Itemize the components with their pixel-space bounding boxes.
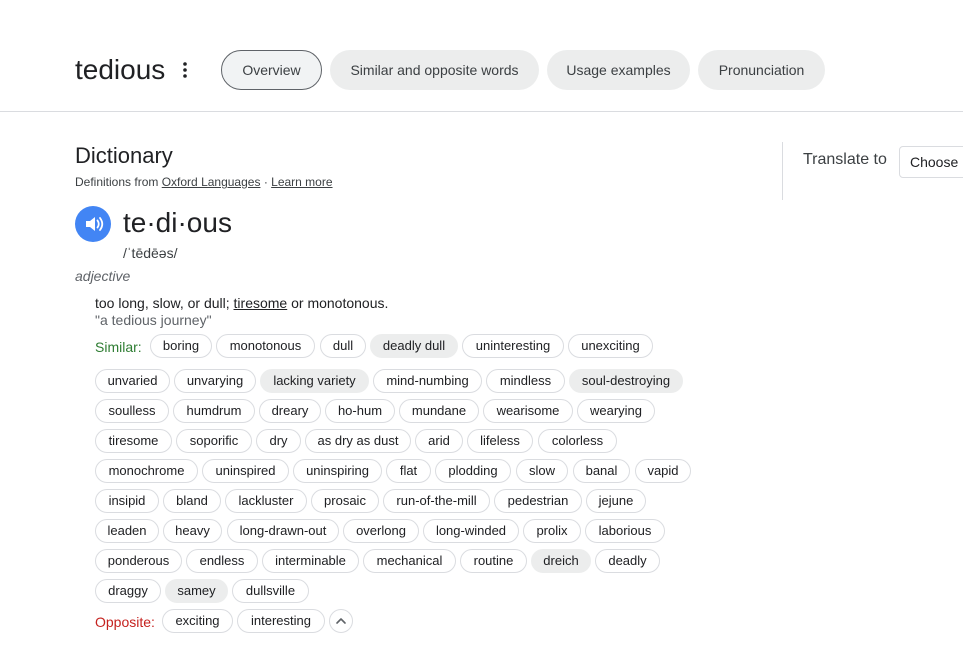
similar-chip[interactable]: mind-numbing xyxy=(373,369,482,393)
similar-chip[interactable]: bland xyxy=(163,489,221,513)
headword: te·di·ous xyxy=(123,207,232,238)
similar-chip[interactable]: monotonous xyxy=(216,334,315,358)
similar-chip[interactable]: wearying xyxy=(577,399,655,423)
similar-chip[interactable]: laborious xyxy=(585,519,665,543)
similar-chip[interactable]: unvaried xyxy=(95,369,170,393)
similar-chip[interactable]: wearisome xyxy=(483,399,573,423)
similar-chip[interactable]: mindless xyxy=(486,369,565,393)
chevron-up-icon xyxy=(336,618,346,624)
similar-chip[interactable]: uninspired xyxy=(202,459,289,483)
pronunciation-audio-button[interactable] xyxy=(75,206,111,242)
source-prefix: Definitions from xyxy=(75,175,159,189)
phonetic-spelling: /ˈtēdēəs/ xyxy=(123,245,178,261)
similar-chip[interactable]: dull xyxy=(320,334,366,358)
similar-chip[interactable]: unvarying xyxy=(174,369,256,393)
similar-chip[interactable]: plodding xyxy=(435,459,511,483)
similar-chip[interactable]: arid xyxy=(415,429,463,453)
similar-chip[interactable]: vapid xyxy=(635,459,691,483)
similar-chip[interactable]: insipid xyxy=(95,489,159,513)
opposite-label: Opposite: xyxy=(95,614,155,630)
dictionary-heading: Dictionary xyxy=(75,143,173,168)
similar-chip[interactable]: mechanical xyxy=(363,549,456,573)
similar-chip[interactable]: soul-destroying xyxy=(569,369,683,393)
definition-before: too long, slow, or dull; xyxy=(95,295,234,311)
similar-chip[interactable]: run-of-the-mill xyxy=(383,489,490,513)
tiresome-link[interactable]: tiresome xyxy=(234,295,288,311)
translate-divider xyxy=(782,142,783,200)
similar-chip[interactable]: humdrum xyxy=(173,399,255,423)
tab-similar-opposite[interactable]: Similar and opposite words xyxy=(330,50,539,90)
similar-chip[interactable]: banal xyxy=(573,459,630,483)
definition-text: too long, slow, or dull; tiresome or mon… xyxy=(95,294,388,312)
more-vert-icon[interactable] xyxy=(176,58,194,82)
similar-chip[interactable]: uninspiring xyxy=(293,459,382,483)
oxford-languages-link[interactable]: Oxford Languages xyxy=(162,175,261,189)
similar-chip[interactable]: long-drawn-out xyxy=(227,519,339,543)
similar-chip[interactable]: lacking variety xyxy=(260,369,369,393)
similar-chip[interactable]: endless xyxy=(186,549,258,573)
usage-example: "a tedious journey" xyxy=(95,312,212,328)
similar-chip[interactable]: prolix xyxy=(523,519,581,543)
similar-chip[interactable]: jejune xyxy=(586,489,646,513)
similar-chip[interactable]: leaden xyxy=(95,519,159,543)
similar-chip[interactable]: lifeless xyxy=(467,429,533,453)
similar-chip[interactable]: dreich xyxy=(531,549,591,573)
learn-more-link[interactable]: Learn more xyxy=(271,175,332,189)
similar-chip[interactable]: draggy xyxy=(95,579,161,603)
similar-chip[interactable]: long-winded xyxy=(423,519,519,543)
header-bar: tedious Overview Similar and opposite wo… xyxy=(0,0,963,112)
similar-chip[interactable]: interminable xyxy=(262,549,359,573)
tab-usage-examples[interactable]: Usage examples xyxy=(547,50,690,90)
similar-chip[interactable]: prosaic xyxy=(311,489,379,513)
similar-chip[interactable]: heavy xyxy=(163,519,222,543)
similar-label: Similar: xyxy=(95,339,142,355)
similar-chip[interactable]: slow xyxy=(516,459,568,483)
similar-chip[interactable]: dreary xyxy=(259,399,321,423)
part-of-speech: adjective xyxy=(75,268,131,284)
tab-pronunciation[interactable]: Pronunciation xyxy=(698,50,825,90)
similar-chip[interactable]: dry xyxy=(256,429,301,453)
search-word-title: tedious xyxy=(75,54,166,85)
opposite-chip[interactable]: exciting xyxy=(162,609,233,633)
similar-chip[interactable]: samey xyxy=(165,579,228,603)
similar-chip[interactable]: mundane xyxy=(399,399,479,423)
similar-chip[interactable]: routine xyxy=(460,549,527,573)
similar-chip[interactable]: flat xyxy=(386,459,431,483)
translate-language-select[interactable]: Choose xyxy=(899,146,963,178)
similar-chip[interactable]: unexciting xyxy=(568,334,653,358)
similar-chip[interactable]: uninteresting xyxy=(462,334,564,358)
similar-chip[interactable]: lackluster xyxy=(225,489,307,513)
similar-chip[interactable]: dullsville xyxy=(232,579,309,603)
similar-chip[interactable]: ho-hum xyxy=(325,399,395,423)
translate-label: Translate to xyxy=(803,151,887,168)
collapse-button[interactable] xyxy=(329,609,353,633)
similar-chip[interactable]: deadly dull xyxy=(370,334,458,358)
tab-overview[interactable]: Overview xyxy=(221,50,322,90)
similar-chip[interactable]: colorless xyxy=(538,429,617,453)
similar-chip[interactable]: soulless xyxy=(95,399,169,423)
similar-chip[interactable]: overlong xyxy=(343,519,419,543)
similar-chip[interactable]: monochrome xyxy=(95,459,198,483)
opposite-chip[interactable]: interesting xyxy=(237,609,325,633)
definition-after: or monotonous. xyxy=(287,295,389,311)
similar-chip[interactable]: ponderous xyxy=(95,549,182,573)
similar-chip[interactable]: boring xyxy=(150,334,212,358)
similar-chip[interactable]: pedestrian xyxy=(494,489,582,513)
source-separator: · xyxy=(263,175,268,189)
similar-chip[interactable]: soporific xyxy=(176,429,252,453)
similar-chip[interactable]: tiresome xyxy=(95,429,172,453)
similar-chip[interactable]: as dry as dust xyxy=(305,429,411,453)
speaker-icon xyxy=(86,217,104,231)
similar-chip[interactable]: deadly xyxy=(595,549,660,573)
definitions-source: Definitions from Oxford Languages · Lear… xyxy=(75,175,333,189)
